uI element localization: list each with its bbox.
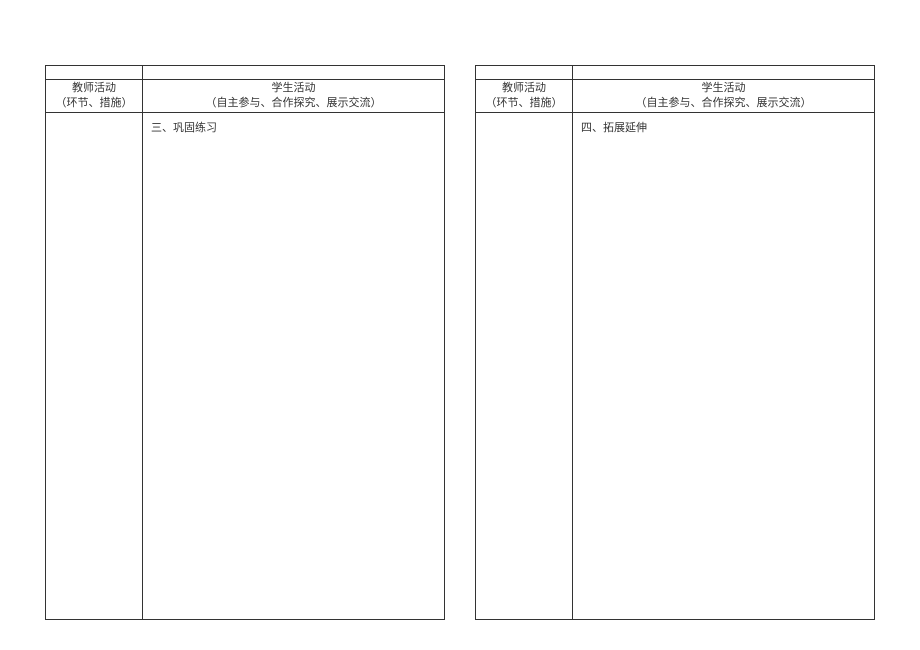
top-bar-right: [143, 65, 445, 79]
top-bar: [45, 65, 445, 79]
left-page: 教师活动 （环节、措施） 学生活动 （自主参与、合作探究、展示交流） 三、巩固练…: [45, 65, 445, 620]
teacher-activity-subtitle: （环节、措施）: [486, 96, 563, 111]
teacher-activity-title: 教师活动: [72, 81, 116, 96]
student-activity-body: 三、巩固练习: [143, 113, 445, 620]
student-activity-body: 四、拓展延伸: [573, 113, 875, 620]
header-row: 教师活动 （环节、措施） 学生活动 （自主参与、合作探究、展示交流）: [45, 79, 445, 113]
teacher-activity-body: [475, 113, 573, 620]
student-activity-subtitle: （自主参与、合作探究、展示交流）: [636, 96, 812, 111]
top-bar-left: [45, 65, 143, 79]
body-row: 四、拓展延伸: [475, 113, 875, 620]
top-bar: [475, 65, 875, 79]
student-activity-title: 学生活动: [702, 81, 746, 96]
student-activity-header: 学生活动 （自主参与、合作探究、展示交流）: [573, 79, 875, 113]
top-bar-right: [573, 65, 875, 79]
top-bar-left: [475, 65, 573, 79]
teacher-activity-title: 教师活动: [502, 81, 546, 96]
header-row: 教师活动 （环节、措施） 学生活动 （自主参与、合作探究、展示交流）: [475, 79, 875, 113]
section-title: 三、巩固练习: [151, 122, 217, 134]
teacher-activity-body: [45, 113, 143, 620]
body-row: 三、巩固练习: [45, 113, 445, 620]
right-page: 教师活动 （环节、措施） 学生活动 （自主参与、合作探究、展示交流） 四、拓展延…: [475, 65, 875, 620]
student-activity-title: 学生活动: [272, 81, 316, 96]
teacher-activity-header: 教师活动 （环节、措施）: [475, 79, 573, 113]
student-activity-subtitle: （自主参与、合作探究、展示交流）: [206, 96, 382, 111]
teacher-activity-subtitle: （环节、措施）: [56, 96, 133, 111]
student-activity-header: 学生活动 （自主参与、合作探究、展示交流）: [143, 79, 445, 113]
teacher-activity-header: 教师活动 （环节、措施）: [45, 79, 143, 113]
section-title: 四、拓展延伸: [581, 122, 647, 134]
